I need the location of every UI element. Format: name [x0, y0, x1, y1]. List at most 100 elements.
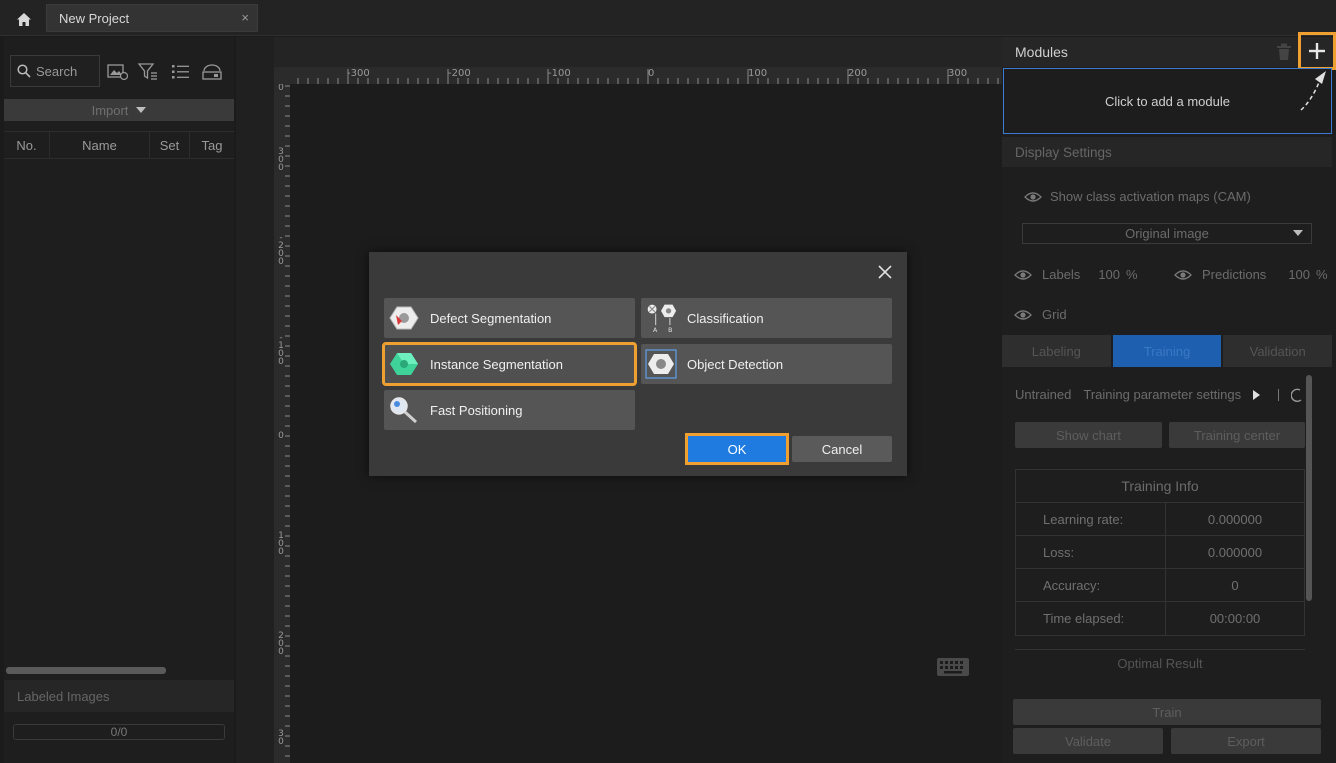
filter-icon — [137, 63, 157, 80]
fast-positioning-icon — [388, 394, 420, 426]
labels-opacity-row[interactable]: Labels 100 % — [1014, 267, 1138, 282]
vertical-scrollbar[interactable] — [1306, 375, 1312, 601]
import-button[interactable]: Import — [4, 99, 234, 121]
module-instance-segmentation[interactable]: Instance Segmentation — [382, 342, 637, 386]
training-center-button[interactable]: Training center — [1169, 422, 1305, 448]
reset-icon[interactable] — [1291, 388, 1303, 402]
canvas-side-strip — [236, 37, 274, 763]
ruler-label: 0 — [278, 431, 284, 441]
ruler-label: 30 — [278, 729, 284, 747]
labels-opacity-value[interactable]: 100 — [1098, 267, 1120, 282]
filter-button[interactable] — [137, 62, 159, 82]
module-object-detection[interactable]: Object Detection — [641, 344, 892, 384]
svg-text:B: B — [668, 327, 672, 334]
image-type-select[interactable]: Original image — [1022, 223, 1312, 244]
delete-module-button[interactable] — [1276, 43, 1292, 61]
keyboard-button[interactable] — [936, 656, 970, 678]
image-filter-button[interactable] — [107, 62, 129, 82]
module-label: Classification — [687, 310, 764, 326]
list-view-button[interactable] — [170, 62, 192, 82]
ruler-label: 0 — [278, 84, 284, 93]
play-icon[interactable] — [1253, 389, 1261, 400]
ruler-label: 100 — [278, 531, 284, 557]
labeled-images-header: Labeled Images — [4, 680, 234, 712]
top-bar: New Project × — [0, 0, 1336, 36]
module-label: Instance Segmentation — [430, 356, 563, 372]
ruler-label: -100 — [278, 333, 284, 367]
tab-labeling[interactable]: Labeling — [1002, 335, 1111, 367]
chevron-down-icon — [136, 107, 147, 113]
horizontal-scrollbar[interactable] — [6, 667, 166, 674]
predictions-opacity-value[interactable]: 100 — [1288, 267, 1310, 282]
add-module-button[interactable] — [1298, 32, 1336, 70]
defect-segmentation-icon — [388, 302, 420, 334]
info-key: Accuracy: — [1016, 569, 1166, 601]
table-row: Accuracy: 0 — [1016, 569, 1304, 602]
tab-validation[interactable]: Validation — [1223, 335, 1333, 367]
predictions-opacity-row[interactable]: Predictions 100 % — [1174, 267, 1328, 282]
info-value: 0.000000 — [1207, 511, 1263, 527]
validate-button[interactable]: Validate — [1013, 728, 1163, 754]
instance-segmentation-icon — [388, 348, 420, 380]
home-button[interactable] — [8, 8, 40, 30]
ruler-label: 0 — [648, 68, 655, 79]
ruler-corner — [274, 67, 290, 84]
column-header-set[interactable]: Set — [150, 132, 190, 158]
ruler-ticks — [285, 85, 290, 757]
ruler-label: -100 — [548, 68, 571, 79]
add-module-area[interactable]: Click to add a module — [1003, 68, 1332, 134]
ruler-label: -300 — [347, 68, 370, 79]
info-key: Learning rate: — [1016, 503, 1166, 535]
plus-icon — [1309, 43, 1325, 59]
module-label: Object Detection — [687, 356, 784, 372]
optimal-result-header: Optimal Result — [1015, 649, 1305, 671]
grid-toggle-row[interactable]: Grid — [1014, 307, 1067, 322]
import-label: Import — [91, 102, 129, 118]
dialog-close-button[interactable] — [877, 264, 893, 280]
module-defect-segmentation[interactable]: Defect Segmentation — [384, 298, 635, 338]
eye-icon — [1014, 309, 1032, 320]
search-icon — [17, 64, 31, 78]
tab-training[interactable]: Training — [1112, 335, 1222, 367]
show-chart-button[interactable]: Show chart — [1015, 422, 1162, 448]
eye-icon — [1014, 269, 1032, 280]
ruler-label: -200 — [278, 233, 284, 267]
column-header-name[interactable]: Name — [50, 132, 150, 158]
right-panel: Modules Click to add a module Display Se… — [1002, 32, 1336, 763]
ruler-label: -200 — [448, 68, 471, 79]
export-button[interactable]: Export — [1171, 728, 1321, 754]
chevron-down-icon — [1293, 230, 1303, 236]
table-row: Loss: 0.000000 — [1016, 536, 1304, 569]
divider — [1278, 388, 1280, 401]
training-info-table: Training Info Learning rate: 0.000000 Lo… — [1015, 469, 1305, 636]
cam-toggle[interactable]: Show class activation maps (CAM) — [1024, 189, 1251, 204]
cam-label: Show class activation maps (CAM) — [1050, 189, 1251, 204]
image-table-header: No. Name Set Tag — [4, 131, 234, 159]
module-fast-positioning[interactable]: Fast Positioning — [384, 390, 635, 430]
info-key: Loss: — [1016, 536, 1166, 568]
search-input[interactable]: Search — [10, 55, 100, 87]
train-button[interactable]: Train — [1013, 699, 1321, 725]
tab-title: New Project — [59, 10, 130, 26]
info-value: 0.000000 — [1207, 544, 1263, 560]
ruler-label: 300 — [948, 68, 968, 79]
ruler-label: 300 — [278, 147, 284, 173]
classification-icon: A B — [645, 302, 677, 334]
tab-new-project[interactable]: New Project × — [46, 4, 258, 32]
training-info-title: Training Info — [1016, 470, 1304, 503]
list-icon — [172, 65, 189, 79]
training-status: Untrained — [1015, 387, 1072, 402]
column-header-tag[interactable]: Tag — [190, 132, 234, 158]
canvas-toolbar — [274, 37, 1002, 67]
trash-icon — [1277, 43, 1291, 60]
select-module-dialog: Defect Segmentation A B Classification I… — [369, 252, 907, 476]
tab-close-icon[interactable]: × — [241, 10, 249, 25]
ok-button[interactable]: OK — [685, 433, 789, 465]
info-key: Time elapsed: — [1016, 602, 1166, 635]
training-params-link[interactable]: Training parameter settings — [1083, 387, 1241, 402]
module-classification[interactable]: A B Classification — [641, 298, 892, 338]
camera-button[interactable] — [201, 62, 223, 82]
column-header-no[interactable]: No. — [4, 132, 50, 158]
cancel-button[interactable]: Cancel — [792, 436, 892, 462]
search-placeholder: Search — [36, 63, 78, 79]
